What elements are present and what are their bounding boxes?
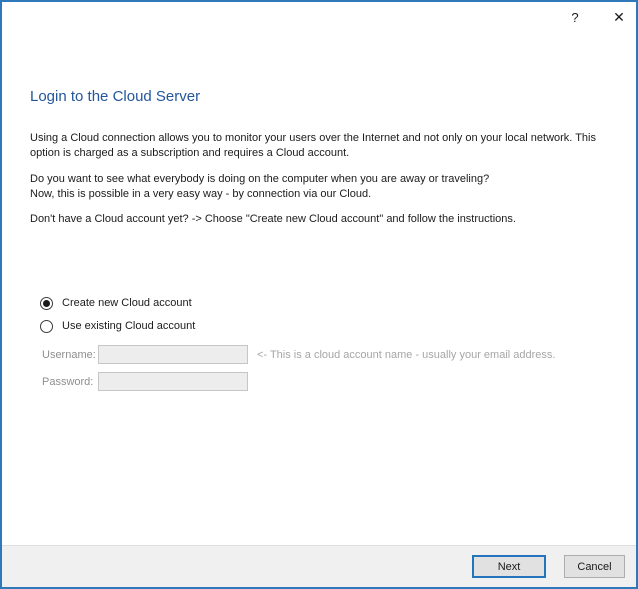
password-label: Password: [42,376,98,388]
cancel-button[interactable]: Cancel [564,555,625,578]
radio-use-existing-label: Use existing Cloud account [62,320,195,332]
page-title: Login to the Cloud Server [30,88,608,105]
username-field[interactable] [98,345,248,364]
titlebar: ? ✕ [2,2,636,32]
credential-fields: Username: <- This is a cloud account nam… [30,345,608,391]
password-field[interactable] [98,372,248,391]
password-row: Password: [30,372,608,391]
next-button[interactable]: Next [472,555,546,578]
username-hint: <- This is a cloud account name - usuall… [257,349,555,361]
radio-button-icon[interactable] [40,320,53,333]
dialog-content: Login to the Cloud Server Using a Cloud … [2,88,636,391]
radio-create-new-label: Create new Cloud account [62,297,192,309]
radio-button-icon[interactable] [40,297,53,310]
close-icon[interactable]: ✕ [608,6,630,28]
radio-use-existing-account[interactable]: Use existing Cloud account [40,318,608,334]
username-label: Username: [42,349,98,361]
intro-paragraph-2: Do you want to see what everybody is doi… [30,172,608,202]
username-row: Username: <- This is a cloud account nam… [30,345,608,364]
radio-create-new-account[interactable]: Create new Cloud account [40,295,608,311]
footer-bar: Next Cancel [2,545,636,587]
intro-paragraph-3: Don't have a Cloud account yet? -> Choos… [30,212,608,227]
intro-paragraph-1: Using a Cloud connection allows you to m… [30,131,608,161]
cloud-login-dialog: ? ✕ Login to the Cloud Server Using a Cl… [0,0,638,589]
account-option-group: Create new Cloud account Use existing Cl… [40,295,608,334]
help-icon[interactable]: ? [564,6,586,28]
